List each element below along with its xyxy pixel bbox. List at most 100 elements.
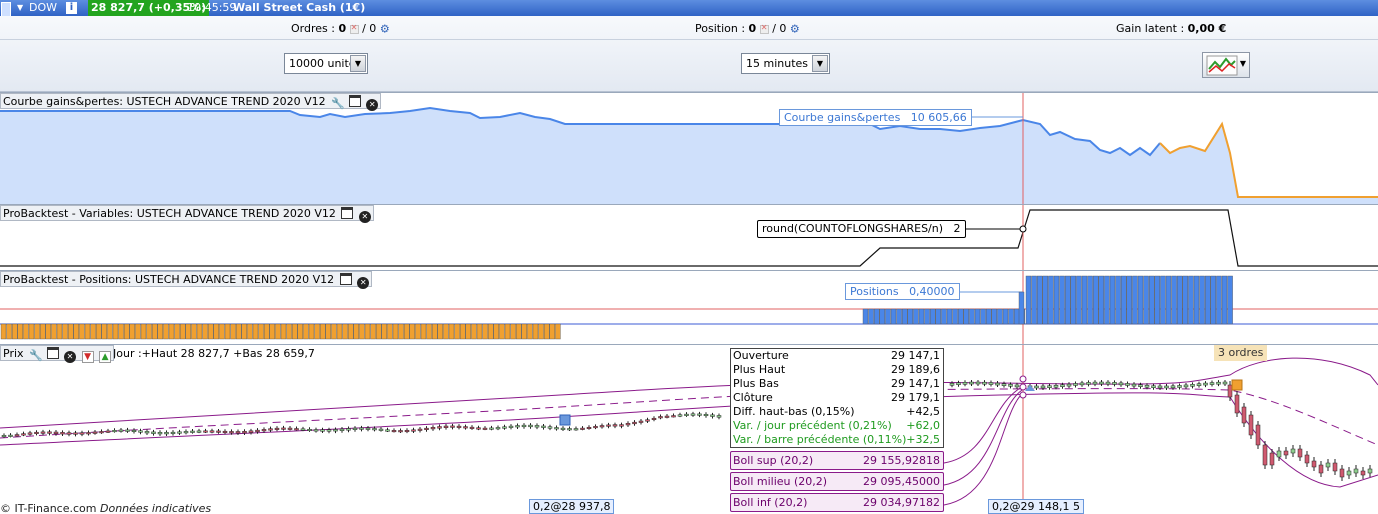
chevron-down-icon[interactable]: ▼	[350, 55, 366, 72]
candle-body	[274, 427, 280, 430]
maximize-icon[interactable]	[348, 95, 361, 107]
orders-pending: / 0	[362, 22, 377, 35]
position-bar	[11, 323, 18, 340]
move-up-icon[interactable]: ▲	[99, 351, 112, 363]
position-bar	[874, 308, 880, 325]
maximize-icon[interactable]	[339, 273, 352, 285]
close-icon[interactable]: ✕	[366, 99, 379, 111]
candle-body	[378, 428, 384, 431]
maximize-icon[interactable]	[341, 207, 354, 219]
candle-body	[1353, 468, 1359, 474]
candle-body	[1339, 468, 1345, 478]
position-bar	[1204, 275, 1211, 325]
close-position-icon[interactable]	[759, 23, 769, 34]
position-bar	[325, 323, 331, 340]
info-icon[interactable]: i	[66, 2, 77, 14]
chevron-down-icon[interactable]: ▼	[17, 0, 23, 16]
orders-count-tag[interactable]: 3 ordres	[1214, 345, 1268, 361]
candle-body	[170, 431, 176, 434]
position-bar	[1048, 275, 1054, 325]
candle-body	[1164, 385, 1169, 389]
candle-body	[99, 431, 104, 434]
position-bar	[23, 323, 29, 340]
chevron-down-icon[interactable]: ▼	[1240, 59, 1246, 68]
positions-panel: ProBacktest - Positions: USTECH ADVANCE …	[0, 270, 1378, 344]
candle-body	[982, 381, 987, 385]
maximize-icon[interactable]	[46, 347, 59, 359]
boll-sup-leader	[943, 386, 1023, 464]
position-bar	[907, 308, 913, 325]
position-bar	[101, 323, 108, 340]
position-bar	[935, 308, 941, 325]
candle-body	[1060, 384, 1065, 387]
copyright: © IT-Finance.com	[0, 502, 97, 514]
position-bar	[1008, 308, 1014, 325]
instrument-name[interactable]: DOW	[29, 0, 57, 16]
position-bar	[924, 308, 930, 325]
candle-body	[86, 432, 91, 435]
position-pending: / 0	[772, 22, 787, 35]
cursor-point-high	[1019, 375, 1027, 383]
cancel-orders-icon[interactable]	[349, 23, 359, 34]
candle-body	[962, 382, 968, 385]
candle-body	[404, 430, 410, 433]
position-bar	[516, 323, 522, 340]
candle-body	[1269, 452, 1275, 466]
candle-body	[443, 425, 449, 428]
wrench-icon[interactable]: 🔧	[331, 98, 345, 110]
candle-body	[1066, 383, 1072, 387]
candle-body	[1222, 381, 1228, 385]
candle-body	[956, 382, 961, 385]
data-note: Données indicatives	[100, 502, 212, 514]
candle-body	[326, 429, 332, 432]
candle-body	[1248, 414, 1254, 436]
position-bar	[1171, 275, 1177, 325]
candle-body	[638, 420, 644, 423]
candle-body	[359, 427, 364, 430]
tooltip-value: +32,5	[906, 433, 940, 446]
candle-body	[710, 414, 715, 417]
position-bar	[90, 323, 96, 340]
close-icon[interactable]: ✕	[64, 351, 77, 363]
position-count: 0	[748, 22, 757, 35]
orders-status: Ordres : 0 / 0 ⚙	[291, 22, 390, 36]
position-bar	[930, 308, 936, 325]
close-icon[interactable]: ✕	[358, 211, 371, 223]
position-bar	[1036, 275, 1043, 325]
position-bar	[364, 323, 371, 340]
candle-body	[105, 430, 111, 433]
candle-body	[339, 428, 345, 431]
candle-body	[554, 427, 559, 430]
position-bar	[6, 323, 12, 340]
chevron-down-icon[interactable]: ▼	[812, 55, 828, 72]
position-bar	[1176, 275, 1183, 325]
candle-body	[177, 431, 182, 434]
candle-body	[294, 428, 299, 431]
candle-body	[612, 424, 618, 427]
position-bar	[471, 323, 477, 340]
chart-tools-button[interactable]: ▼	[1202, 52, 1250, 78]
candle-body	[573, 428, 579, 431]
entry-marker[interactable]	[559, 414, 571, 426]
gear-icon[interactable]: ⚙	[790, 23, 800, 36]
candle-body	[190, 430, 195, 433]
move-down-icon[interactable]: ▼	[81, 351, 94, 363]
position-bar	[320, 323, 326, 340]
close-icon[interactable]: ✕	[357, 277, 370, 289]
cursor-point-low	[1019, 391, 1027, 399]
position-bar	[1002, 308, 1009, 325]
candle-body	[593, 426, 598, 429]
candle-body	[1138, 384, 1143, 387]
exit-marker[interactable]	[1231, 379, 1243, 391]
position-bar	[275, 323, 281, 340]
quantity-select[interactable]: 10000 unités ▼	[284, 53, 368, 74]
candle-body	[684, 413, 689, 416]
timeframe-select[interactable]: 15 minutes ▼	[741, 53, 830, 74]
gear-icon[interactable]: ⚙	[380, 23, 390, 36]
tooltip-label: Var. / jour précédent (0,21%)	[733, 419, 892, 432]
position-bar	[107, 323, 113, 340]
candle-body	[255, 429, 260, 433]
wrench-icon[interactable]: 🔧	[29, 350, 43, 362]
position-bar	[1132, 275, 1138, 325]
candle-body	[164, 432, 169, 435]
